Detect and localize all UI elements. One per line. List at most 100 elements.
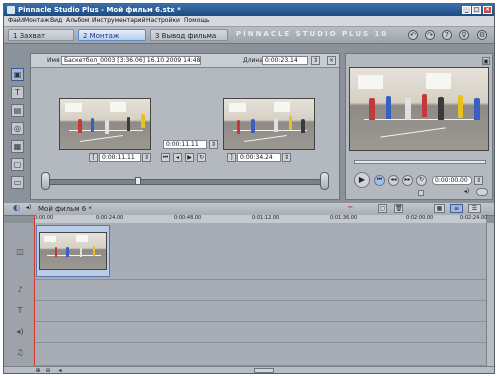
- timeline-playhead[interactable]: [34, 215, 35, 366]
- volume-icon[interactable]: ◂): [462, 188, 471, 196]
- transition-tool-icon[interactable]: ▦: [11, 140, 24, 153]
- menu-file[interactable]: Файл: [8, 17, 25, 24]
- clip-editor-panel: Имя Баскетбол_0003 [3:36.06] 16.10.2009 …: [30, 53, 340, 200]
- play-icon[interactable]: ▶: [185, 153, 194, 162]
- volume-toggle[interactable]: [476, 188, 488, 196]
- zoom-out-icon[interactable]: ⊖: [44, 367, 52, 373]
- sound-effects-track[interactable]: [34, 322, 486, 343]
- current-time-field[interactable]: 0:00:11.11: [163, 140, 207, 149]
- redo-icon[interactable]: ↷: [425, 30, 435, 40]
- trim-slider[interactable]: [41, 172, 329, 190]
- set-out-point-icon[interactable]: ]: [227, 153, 236, 162]
- speaker-track-icon: ◂): [16, 327, 24, 336]
- trim-in-handle[interactable]: [41, 172, 50, 190]
- trim-position-handle[interactable]: [135, 177, 141, 185]
- video-tool-icon[interactable]: ▣: [11, 68, 24, 81]
- menu-album[interactable]: Альбом: [66, 17, 89, 24]
- title-track-icon: T: [17, 306, 23, 315]
- zoom-in-icon[interactable]: ⊕: [34, 367, 42, 373]
- scroll-left-icon[interactable]: ◂: [56, 367, 64, 373]
- menu-tools[interactable]: Инструментарий: [92, 17, 145, 24]
- title-bar: Pinnacle Studio Plus - Мой фильм 6.stx *…: [4, 4, 494, 16]
- ruler-tick-label: 0:01:36.00: [330, 215, 358, 221]
- timeline-horizontal-scrollbar[interactable]: ⊕ ⊖ ◂: [4, 366, 494, 373]
- player-loop-icon[interactable]: ↻: [416, 175, 427, 186]
- text-view-icon[interactable]: ☰: [468, 204, 481, 213]
- player-preview-screen: [349, 67, 489, 151]
- step-back-icon[interactable]: ◂: [173, 153, 182, 162]
- player-timecode-field[interactable]: 0:00:00.00: [432, 176, 472, 185]
- timeline-vertical-scrollbar[interactable]: [486, 223, 494, 366]
- gym-scene-image: [60, 99, 150, 149]
- in-time-spin-icon[interactable]: ⇕: [142, 153, 151, 162]
- music-track[interactable]: [34, 343, 486, 366]
- help-icon[interactable]: ?: [442, 30, 452, 40]
- out-time-spin-icon[interactable]: ⇕: [282, 153, 291, 162]
- tip-bulb-icon[interactable]: ♀: [459, 30, 469, 40]
- menu-help[interactable]: Помощь: [184, 17, 210, 24]
- duration-label: Длина: [243, 57, 264, 64]
- title-track[interactable]: [34, 301, 486, 322]
- timeline-view-icon[interactable]: ≡: [450, 204, 463, 213]
- out-time-field[interactable]: 0:00:34.24: [237, 153, 281, 162]
- razor-icon[interactable]: ✂: [346, 204, 355, 213]
- close-editor-icon[interactable]: ×: [327, 56, 336, 65]
- overlay-track[interactable]: [34, 280, 486, 301]
- set-in-point-icon[interactable]: [: [89, 153, 98, 162]
- current-time-spin-icon[interactable]: ⇕: [209, 140, 218, 149]
- photo-tool-icon[interactable]: ▤: [11, 104, 24, 117]
- player-timecode-spin-icon[interactable]: ⇕: [474, 176, 483, 185]
- tab-capture[interactable]: 1 Захват: [8, 29, 74, 41]
- player-panel: ▣ ▶ ⏮ ◂◂ ▸▸ ↻ 0:00:00.00 ⇕ ◂): [345, 53, 493, 200]
- player-jog-handle[interactable]: [418, 190, 424, 196]
- player-go-start-icon[interactable]: ⏮: [374, 175, 385, 186]
- expand-player-icon[interactable]: ▣: [482, 57, 490, 65]
- player-play-icon[interactable]: ▶: [354, 172, 370, 188]
- frame-grab-tool-icon[interactable]: ▭: [11, 176, 24, 189]
- gym-scene-image: [40, 233, 106, 269]
- menu-edit[interactable]: Монтаж: [24, 17, 49, 24]
- title-tool-icon[interactable]: T: [11, 86, 24, 99]
- player-forward-icon[interactable]: ▸▸: [402, 175, 413, 186]
- tab-make-movie[interactable]: 3 Вывод фильма: [150, 29, 228, 41]
- delete-clip-icon[interactable]: 🗑: [394, 204, 403, 213]
- close-button[interactable]: ×: [483, 6, 492, 14]
- horizontal-scroll-thumb[interactable]: [254, 368, 274, 373]
- loop-icon[interactable]: ↻: [197, 153, 206, 162]
- ruler-tick-label: 0:00:24.00: [96, 215, 124, 221]
- ruler-tick-label: 0:02:00.00: [406, 215, 434, 221]
- music-track-icon: ♫: [16, 348, 24, 357]
- duration-spin-icon[interactable]: ⇕: [311, 56, 320, 65]
- movie-window-icon[interactable]: ◐: [12, 204, 21, 213]
- tab-edit[interactable]: 2 Монтаж: [78, 29, 146, 41]
- clip-name-label: Имя: [47, 57, 60, 64]
- trim-slider-track: [49, 179, 321, 185]
- storyboard-view-icon[interactable]: ▦: [434, 204, 445, 213]
- app-icon: [7, 6, 15, 14]
- effects-tool-icon[interactable]: ▢: [11, 158, 24, 171]
- menu-bar: Файл Монтаж Вид Альбом Инструментарий На…: [4, 16, 494, 27]
- settings-icon[interactable]: ⚙: [477, 30, 487, 40]
- minimize-button[interactable]: _: [462, 6, 471, 14]
- player-scrubber[interactable]: [354, 160, 486, 164]
- undo-icon[interactable]: ↶: [408, 30, 418, 40]
- menu-settings[interactable]: Настройки: [146, 17, 180, 24]
- disc-menu-tool-icon[interactable]: ◎: [11, 122, 24, 135]
- overlay-track-icon: ♪: [17, 285, 23, 294]
- window-title: Pinnacle Studio Plus - Мой фильм 6.stx *: [18, 6, 181, 14]
- split-clip-icon[interactable]: ▢: [378, 204, 387, 213]
- ruler-tick-label: 0:02:24.00: [460, 215, 488, 221]
- player-rewind-icon[interactable]: ◂◂: [388, 175, 399, 186]
- menu-view[interactable]: Вид: [50, 17, 62, 24]
- audio-toggle-icon[interactable]: ◂): [24, 204, 33, 213]
- clip-name-field[interactable]: Баскетбол_0003 [3:36.06] 16.10.2009 14:4…: [61, 56, 201, 65]
- trim-out-handle[interactable]: [320, 172, 329, 190]
- clip-editor-header: Имя Баскетбол_0003 [3:36.06] 16.10.2009 …: [31, 54, 339, 68]
- maximize-button[interactable]: □: [472, 6, 481, 14]
- go-to-start-icon[interactable]: ⏮: [161, 153, 170, 162]
- timeline-video-clip[interactable]: [36, 225, 110, 277]
- gym-scene-image: [224, 99, 314, 149]
- in-time-field[interactable]: 0:00:11.11: [99, 153, 141, 162]
- out-point-thumbnail: [223, 98, 315, 150]
- duration-field[interactable]: 0:00:23.14: [262, 56, 308, 65]
